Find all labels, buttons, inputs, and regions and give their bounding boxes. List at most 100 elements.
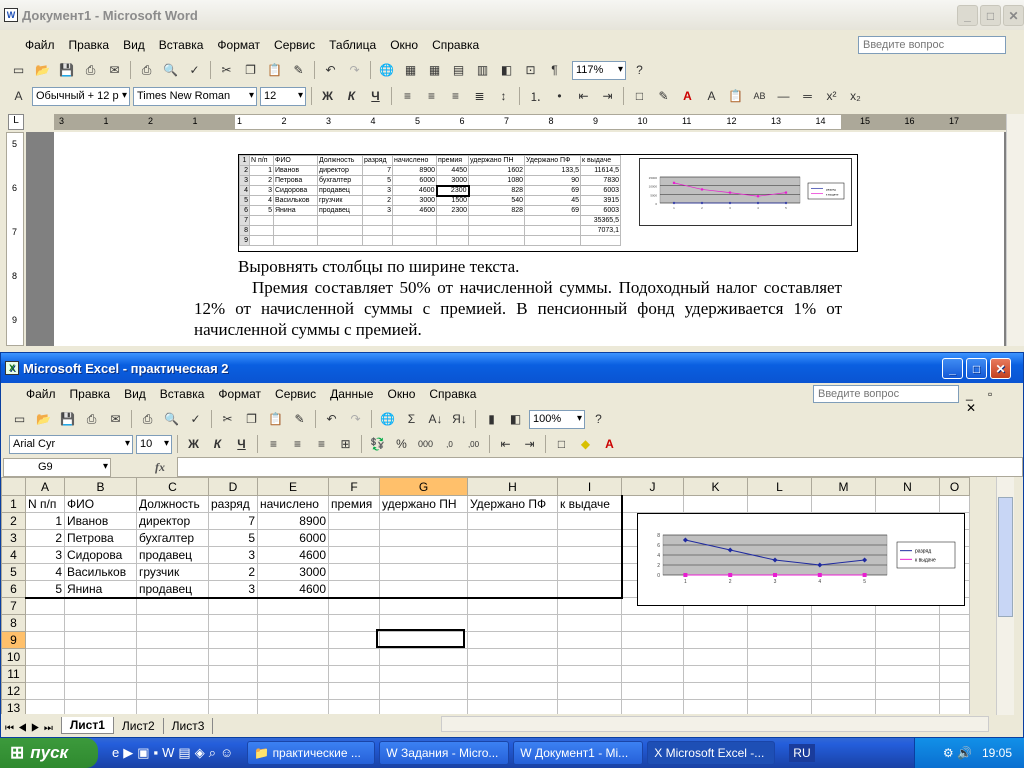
sheet-tab-3[interactable]: Лист3 xyxy=(164,718,214,734)
cell[interactable]: начислено xyxy=(257,495,329,513)
word-menu-table[interactable]: Таблица xyxy=(322,38,383,52)
formula-input[interactable] xyxy=(177,457,1023,477)
cell[interactable]: 3 xyxy=(25,546,65,564)
cell[interactable] xyxy=(557,614,622,632)
cell[interactable] xyxy=(621,648,684,666)
word-minimize-button[interactable]: _ xyxy=(957,5,978,26)
font-color-icon[interactable]: A xyxy=(677,86,698,107)
decrease-indent-icon[interactable]: ⇤ xyxy=(573,86,594,107)
cell[interactable]: 8900 xyxy=(257,512,329,530)
row-header[interactable]: 10 xyxy=(1,648,26,666)
cell[interactable] xyxy=(379,529,468,547)
cell[interactable] xyxy=(136,665,209,683)
word-horizontal-ruler[interactable]: 3 1 2 1 1 2 3 4 5 6 7 8 9 10 11 12 13 14 15 16 17 xyxy=(54,114,1007,130)
cell[interactable] xyxy=(557,665,622,683)
excel-minimize-button[interactable]: _ xyxy=(942,358,963,379)
cell[interactable] xyxy=(64,597,137,615)
word-menu-view[interactable]: Вид xyxy=(116,38,152,52)
cell[interactable] xyxy=(328,648,380,666)
cell[interactable] xyxy=(939,631,970,649)
embedded-chart[interactable]: 0 5000 10000 15000 1 2 3 4 5 разряд к выдаче xyxy=(639,158,852,226)
fx-icon[interactable]: fx xyxy=(155,460,165,475)
justify-icon[interactable]: ≣ xyxy=(469,86,490,107)
tab-selector[interactable]: L xyxy=(8,114,24,130)
cell[interactable] xyxy=(467,546,558,564)
word-icon[interactable]: W xyxy=(162,745,174,761)
column-header[interactable]: H xyxy=(467,477,558,496)
save-icon[interactable]: 💾 xyxy=(56,60,77,81)
cell[interactable]: удержано ПН xyxy=(379,495,468,513)
cell[interactable] xyxy=(939,648,970,666)
column-header[interactable]: I xyxy=(557,477,622,496)
word-menu-format[interactable]: Формат xyxy=(210,38,267,52)
taskbar-button-folder[interactable]: 📁 практические ... xyxy=(247,741,376,765)
folder-icon[interactable]: ▤ xyxy=(178,745,190,761)
cell[interactable]: Сидорова xyxy=(64,546,137,564)
corner-cell[interactable] xyxy=(1,477,26,496)
cell[interactable]: Удержано ПФ xyxy=(467,495,558,513)
open-icon[interactable]: 📂 xyxy=(32,60,53,81)
underline-icon[interactable]: Ч xyxy=(231,434,252,455)
cell[interactable] xyxy=(257,614,329,632)
insert-excel-icon[interactable]: ▤ xyxy=(448,60,469,81)
drawing-icon[interactable]: ◧ xyxy=(496,60,517,81)
cell[interactable] xyxy=(136,631,209,649)
cell[interactable]: 4600 xyxy=(257,546,329,564)
borders-icon[interactable]: □ xyxy=(551,434,572,455)
fill-color-icon[interactable]: ◆ xyxy=(575,434,596,455)
cell[interactable] xyxy=(257,665,329,683)
cell[interactable] xyxy=(328,682,380,700)
word-app-icon[interactable]: W xyxy=(4,8,18,22)
show-desktop-icon[interactable]: ▣ xyxy=(137,745,149,761)
sort-asc-icon[interactable]: A↓ xyxy=(425,409,446,430)
excel-font-select[interactable]: Arial Cyr xyxy=(9,434,133,454)
cell[interactable] xyxy=(328,631,380,649)
cell[interactable] xyxy=(328,614,380,632)
cut-icon[interactable]: ✂ xyxy=(216,60,237,81)
search-icon[interactable]: ⌕ xyxy=(209,745,216,761)
cell[interactable] xyxy=(257,682,329,700)
cell[interactable] xyxy=(328,597,380,615)
cell[interactable] xyxy=(379,546,468,564)
cell[interactable]: 1 xyxy=(25,512,65,530)
cell[interactable] xyxy=(379,665,468,683)
subscript-icon[interactable]: x₂ xyxy=(845,86,866,107)
cell[interactable] xyxy=(208,597,258,615)
cell[interactable] xyxy=(467,648,558,666)
word-page[interactable]: 1N п/п ФИО Должность разряд начислено премия у… xyxy=(54,132,1004,346)
increase-indent-icon[interactable]: ⇥ xyxy=(597,86,618,107)
bold-icon[interactable]: Ж xyxy=(183,434,204,455)
cell[interactable] xyxy=(208,648,258,666)
cell[interactable] xyxy=(683,495,748,513)
word-menu-help[interactable]: Справка xyxy=(425,38,486,52)
permission-icon[interactable]: ⎙ xyxy=(81,409,102,430)
column-header[interactable]: M xyxy=(811,477,876,496)
cell[interactable] xyxy=(208,631,258,649)
tables-borders-icon[interactable]: ▦ xyxy=(400,60,421,81)
cell[interactable] xyxy=(875,648,940,666)
cell[interactable]: Должность xyxy=(136,495,209,513)
horizontal-scrollbar[interactable] xyxy=(441,716,989,732)
line-spacing-icon[interactable]: ↕ xyxy=(493,86,514,107)
cell[interactable] xyxy=(557,682,622,700)
cell[interactable]: 4 xyxy=(25,563,65,581)
cell[interactable]: продавец xyxy=(136,546,209,564)
cell[interactable]: N п/п xyxy=(25,495,65,513)
cell[interactable]: 2 xyxy=(25,529,65,547)
cell[interactable] xyxy=(467,563,558,581)
doc-paragraph-2[interactable]: Премия составляет 50% от начисленной сум… xyxy=(194,277,842,340)
cell[interactable] xyxy=(557,563,623,581)
cell[interactable] xyxy=(683,648,748,666)
cell[interactable] xyxy=(25,631,65,649)
align-left-icon[interactable]: ≡ xyxy=(263,434,284,455)
merge-center-icon[interactable]: ⊞ xyxy=(335,434,356,455)
align-center-icon[interactable]: ≡ xyxy=(287,434,308,455)
cell[interactable] xyxy=(811,614,876,632)
cell[interactable] xyxy=(379,682,468,700)
taskbar-button-word-doc[interactable]: W Документ1 - Mi... xyxy=(513,741,644,765)
row-header[interactable]: 2 xyxy=(1,512,26,530)
new-icon[interactable]: ▭ xyxy=(8,60,29,81)
doc-paragraph-1[interactable]: Выровнять столбцы по ширине текста. xyxy=(238,256,858,277)
name-box[interactable]: G9 xyxy=(3,457,111,477)
cell[interactable] xyxy=(939,665,970,683)
